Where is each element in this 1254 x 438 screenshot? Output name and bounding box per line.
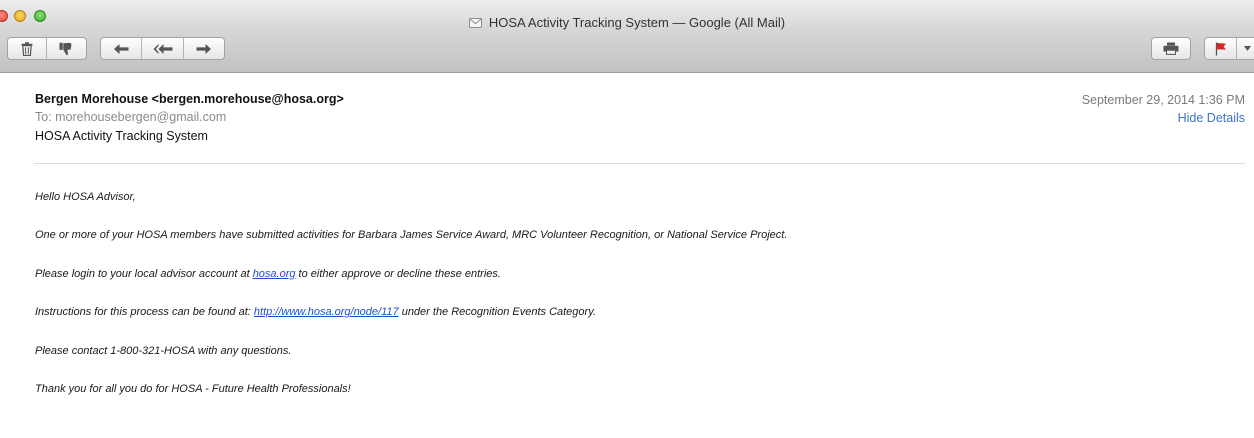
message-body: Hello HOSA Advisor, One or more of your … [35, 190, 787, 420]
flag-menu-button[interactable] [1237, 38, 1254, 59]
flag-group [1204, 37, 1254, 60]
body-text-segment: to either approve or decline these entri… [295, 267, 501, 280]
window-title: HOSA Activity Tracking System — Google (… [488, 15, 786, 30]
reply-forward-group [100, 37, 225, 60]
reply-button[interactable] [101, 38, 142, 59]
window-titlebar: HOSA Activity Tracking System — Google (… [0, 0, 1254, 31]
body-text-segment: under the Recognition Events Category. [398, 306, 596, 319]
body-paragraph-instructions: Instructions for this process can be fou… [35, 305, 787, 319]
hide-details-link[interactable]: Hide Details [1178, 111, 1245, 125]
print-button[interactable] [1152, 38, 1190, 59]
reply-all-icon [153, 43, 172, 54]
forward-button[interactable] [184, 38, 224, 59]
hosa-org-link[interactable]: hosa.org [253, 268, 296, 280]
instructions-link[interactable]: http://www.hosa.org/node/117 [254, 306, 399, 318]
delete-button[interactable] [8, 38, 47, 59]
message-date: September 29, 2014 1:36 PM [1081, 93, 1245, 107]
chevron-down-icon [1243, 46, 1251, 51]
body-paragraph-closing: Thank you for all you do for HOSA - Futu… [35, 382, 351, 395]
header-divider [34, 163, 1245, 164]
body-text-segment: Please login to your local advisor accou… [35, 267, 253, 280]
junk-button[interactable] [47, 38, 86, 59]
forward-icon [196, 43, 211, 54]
print-group [1151, 37, 1191, 60]
body-paragraph: One or more of your HOSA members have su… [35, 229, 788, 242]
greeting: Hello HOSA Advisor, [35, 191, 136, 203]
message-toolbar [0, 31, 1254, 73]
body-paragraph-login: Please login to your local advisor accou… [35, 267, 787, 281]
trash-icon [21, 41, 33, 56]
flag-button[interactable] [1205, 38, 1237, 59]
flag-icon [1215, 42, 1226, 55]
envelope-icon [468, 18, 482, 28]
subject: HOSA Activity Tracking System [35, 129, 208, 143]
reply-icon [114, 43, 129, 54]
print-icon [1163, 42, 1179, 55]
delete-junk-group [7, 37, 87, 60]
junk-thumbs-down-icon [59, 42, 72, 55]
body-paragraph-contact: Please contact 1-800-321-HOSA with any q… [35, 344, 292, 357]
reply-all-button[interactable] [142, 38, 184, 59]
body-text-segment: Instructions for this process can be fou… [35, 306, 254, 319]
sender: Bergen Morehouse <bergen.morehouse@hosa.… [35, 92, 344, 106]
recipient: To: morehousebergen@gmail.com [35, 110, 227, 124]
window-title-container: HOSA Activity Tracking System — Google (… [0, 15, 1254, 31]
